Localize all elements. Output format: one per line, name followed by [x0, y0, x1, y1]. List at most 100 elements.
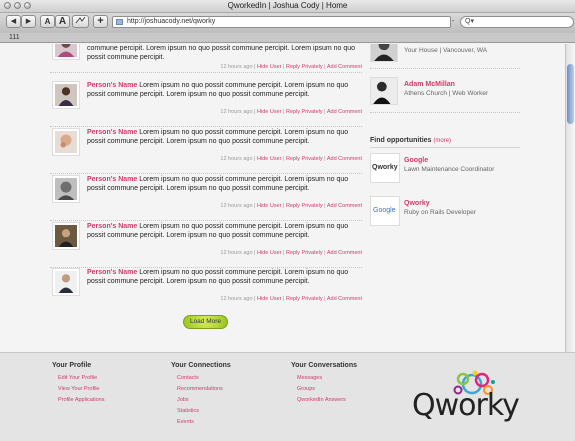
add-comment-link[interactable]: Add Comment [327, 203, 362, 209]
hide-user-link[interactable]: Hide User [257, 203, 281, 209]
feed-post: Person's Name Lorem ipsum no quo possit … [50, 222, 362, 268]
post-meta: 12 hours ago | Hide User | Reply Private… [220, 156, 362, 162]
post-meta: 12 hours ago | Hide User | Reply Private… [220, 296, 362, 302]
search-icon: Q▾ [465, 18, 474, 25]
person-name-link[interactable]: Adam McMillan [404, 81, 455, 88]
footer-conversations-column: Your Conversations Messages Groups Qwork… [291, 362, 357, 406]
footer-link[interactable]: Profile Applications [58, 395, 104, 406]
person-name-link[interactable]: Person's Name [87, 82, 137, 89]
person-photo-icon [55, 84, 77, 106]
sidebar-person[interactable]: Your House | Vancouver, WA [370, 44, 525, 64]
footer-link[interactable]: Jobs [177, 395, 231, 406]
page-content: commune percipit. Lorem ipsum no quo pos… [0, 44, 565, 352]
person-subtitle: Athens Church | Web Worker [404, 90, 489, 97]
footer-connections-column: Your Connections Contacts Recommendation… [171, 362, 231, 428]
minimize-window-button[interactable] [14, 2, 21, 9]
post-body-line: Lorem ipsum no quo possit commune percip… [139, 82, 349, 89]
company-logo[interactable]: Google [370, 196, 400, 226]
reply-privately-link[interactable]: Reply Privately [286, 109, 323, 115]
add-comment-link[interactable]: Add Comment [327, 156, 362, 162]
reply-privately-link[interactable]: Reply Privately [286, 203, 323, 209]
post-body-line: possit commune percipit. Lorem ipsum no … [87, 91, 310, 98]
hide-user-link[interactable]: Hide User [257, 250, 281, 256]
hide-user-link[interactable]: Hide User [257, 296, 281, 302]
job-title: Ruby on Rails Developer [404, 209, 476, 216]
window-title: QworkedIn | Joshua Cody | Home [227, 1, 348, 10]
text-larger-button[interactable]: A [55, 15, 70, 28]
reply-privately-link[interactable]: Reply Privately [286, 156, 323, 162]
add-bookmark-button[interactable]: + [93, 15, 108, 28]
footer-link[interactable]: Messages [297, 373, 357, 384]
post-text: commune percipit. Lorem ipsum no quo pos… [87, 45, 356, 61]
person-thumbnail[interactable] [370, 44, 398, 62]
bookmarks-label[interactable]: 111 [9, 34, 20, 41]
reply-privately-link[interactable]: Reply Privately [286, 296, 323, 302]
footer-link[interactable]: Edit Your Profile [58, 373, 104, 384]
feed-post: Person's Name Lorem ipsum no quo possit … [50, 268, 362, 313]
avatar[interactable] [52, 175, 80, 203]
person-photo-icon [55, 131, 77, 153]
hide-user-link[interactable]: Hide User [257, 109, 281, 115]
add-comment-link[interactable]: Add Comment [327, 296, 362, 302]
footer-link[interactable]: Statistics [177, 406, 231, 417]
footer-link[interactable]: Recommendations [177, 384, 231, 395]
avatar[interactable] [52, 44, 80, 60]
person-name-link[interactable]: Person's Name [87, 176, 137, 183]
snapback-button[interactable] [72, 15, 89, 28]
person-photo-icon [371, 44, 397, 61]
person-photo-icon [55, 271, 77, 293]
person-name-link[interactable]: Person's Name [87, 223, 137, 230]
opportunity-item[interactable]: Google Qworky Ruby on Rails Developer [370, 196, 525, 226]
company-name-link[interactable]: Qworky [404, 200, 430, 207]
footer-link[interactable]: View Your Profile [58, 384, 104, 395]
address-bar[interactable]: http://joshuacody.net/qworky [112, 16, 451, 28]
opportunities-more-link[interactable]: (more) [433, 138, 451, 144]
opportunity-item[interactable]: Qworky Google Lawn Maintenance Coordinat… [370, 153, 525, 183]
add-comment-link[interactable]: Add Comment [327, 64, 362, 70]
post-text: Person's Name Lorem ipsum no quo possit … [87, 175, 362, 193]
vertical-scrollbar[interactable] [565, 44, 575, 352]
job-title: Lawn Maintenance Coordinator [404, 166, 495, 173]
sidebar-person[interactable]: Adam McMillan Athens Church | Web Worker [370, 77, 525, 107]
hide-user-link[interactable]: Hide User [257, 64, 281, 70]
person-thumbnail[interactable] [370, 77, 398, 105]
qworky-logo[interactable]: Qworky [412, 370, 522, 434]
add-comment-link[interactable]: Add Comment [327, 109, 362, 115]
avatar[interactable] [52, 128, 80, 156]
person-photo-icon [371, 78, 397, 104]
feed-post: commune percipit. Lorem ipsum no quo pos… [50, 44, 362, 73]
post-time: 12 hours ago [220, 203, 253, 209]
post-time: 12 hours ago [220, 296, 253, 302]
footer-link[interactable]: Contacts [177, 373, 231, 384]
post-body-line: possit commune percipit. Lorem ipsum no … [87, 138, 310, 145]
avatar[interactable] [52, 222, 80, 250]
footer-link[interactable]: Events [177, 417, 231, 428]
reply-privately-link[interactable]: Reply Privately [286, 64, 323, 70]
site-icon [116, 19, 123, 25]
reply-privately-link[interactable]: Reply Privately [286, 250, 323, 256]
search-field[interactable]: Q▾ [460, 16, 574, 28]
text-smaller-button[interactable]: A [40, 15, 55, 28]
post-text: Person's Name Lorem ipsum no quo possit … [87, 128, 362, 146]
footer-link[interactable]: QworkedIn Answers [297, 395, 357, 406]
company-name-link[interactable]: Google [404, 157, 428, 164]
avatar[interactable] [52, 81, 80, 109]
avatar[interactable] [52, 268, 80, 296]
person-name-link[interactable]: Person's Name [87, 129, 137, 136]
post-meta: 12 hours ago | Hide User | Reply Private… [220, 64, 362, 70]
feed-post: Person's Name Lorem ipsum no quo possit … [50, 128, 362, 174]
company-logo[interactable]: Qworky [370, 153, 400, 183]
title-bar: QworkedIn | Joshua Cody | Home [0, 0, 575, 13]
scrollbar-thumb[interactable] [567, 64, 574, 124]
load-more-button[interactable]: Load More [183, 315, 228, 329]
forward-button[interactable]: ▶ [21, 15, 36, 28]
footer-link[interactable]: Groups [297, 384, 357, 395]
close-window-button[interactable] [4, 2, 11, 9]
zoom-window-button[interactable] [24, 2, 31, 9]
hide-user-link[interactable]: Hide User [257, 156, 281, 162]
post-body-line: possit commune percipit. Lorem ipsum no … [87, 232, 310, 239]
address-dropdown-icon[interactable]: - [452, 18, 454, 25]
person-name-link[interactable]: Person's Name [87, 269, 137, 276]
add-comment-link[interactable]: Add Comment [327, 250, 362, 256]
back-button[interactable]: ◀ [6, 15, 21, 28]
